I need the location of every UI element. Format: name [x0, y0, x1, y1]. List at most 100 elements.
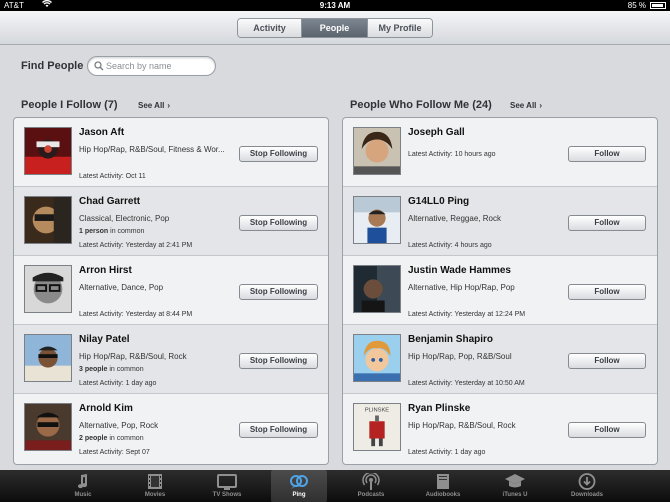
person-name: Justin Wade Hammes: [408, 265, 511, 276]
list-item[interactable]: Justin Wade Hammes Alternative, Hip Hop/…: [343, 256, 657, 325]
tab-music[interactable]: Music: [55, 470, 111, 502]
tab-label: Downloads: [570, 492, 603, 498]
follow-button[interactable]: Follow: [568, 215, 646, 231]
battery-icon: [650, 2, 666, 9]
person-name: Nilay Patel: [79, 334, 130, 345]
chevron-right-icon: ›: [167, 101, 171, 110]
tab-bar: Music Movies TV Shows Ping Podcasts Audi…: [0, 470, 670, 502]
person-genres: Alternative, Pop, Rock: [79, 421, 159, 430]
list-item[interactable]: Arnold Kim Alternative, Pop, Rock 2 peop…: [14, 394, 328, 463]
people-who-follow-me-list: Joseph Gall Latest Activity: 10 hours ag…: [342, 117, 658, 465]
person-genres: Hip Hop/Rap, R&B/Soul, Rock: [408, 421, 516, 430]
tab-tv-shows[interactable]: TV Shows: [199, 470, 255, 502]
tab-label: Movies: [144, 492, 166, 498]
list-item[interactable]: G14LL0 Ping Alternative, Reggae, Rock La…: [343, 187, 657, 256]
stop-following-button[interactable]: Stop Following: [239, 146, 318, 162]
list-item[interactable]: Jason Aft Hip Hop/Rap, R&B/Soul, Fitness…: [14, 118, 328, 187]
avatar: [353, 196, 401, 244]
person-name: Arnold Kim: [79, 403, 133, 414]
latest-activity: Latest Activity: Yesterday at 8:44 PM: [79, 311, 193, 318]
avatar: [24, 265, 72, 313]
find-people-label: Find People: [21, 60, 84, 72]
download-icon: [578, 473, 596, 490]
tab-ping[interactable]: Ping: [271, 470, 327, 502]
avatar: [24, 127, 72, 175]
status-bar: AT&T 9:13 AM 85 %: [0, 0, 670, 11]
top-navigation-bar: Activity People My Profile: [0, 11, 670, 45]
follow-button[interactable]: Follow: [568, 284, 646, 300]
battery-percent: 85 %: [627, 1, 646, 10]
avatar: [353, 127, 401, 175]
person-name: G14LL0 Ping: [408, 196, 470, 207]
common-suffix: in common: [109, 366, 144, 373]
person-genres: Classical, Electronic, Pop: [79, 214, 170, 223]
avatar: [24, 403, 72, 451]
person-name: Jason Aft: [79, 127, 125, 138]
stop-following-button[interactable]: Stop Following: [239, 353, 318, 369]
people-in-common: 2 people in common: [79, 435, 144, 442]
person-genres: Alternative, Hip Hop/Rap, Pop: [408, 283, 515, 292]
tab-audiobooks[interactable]: Audiobooks: [415, 470, 471, 502]
tab-itunes-u[interactable]: iTunes U: [487, 470, 543, 502]
tab-label: Podcasts: [357, 492, 385, 498]
follow-button[interactable]: Follow: [568, 353, 646, 369]
follow-button[interactable]: Follow: [568, 422, 646, 438]
music-note-icon: [78, 474, 88, 489]
avatar: PLINSKE: [353, 403, 401, 451]
film-icon: [148, 474, 162, 489]
avatar: [24, 196, 72, 244]
common-suffix: in common: [110, 228, 145, 235]
chevron-right-icon: ›: [539, 101, 543, 110]
avatar: [353, 334, 401, 382]
search-box[interactable]: [87, 56, 216, 76]
tab-movies[interactable]: Movies: [127, 470, 183, 502]
common-count: 2 people: [79, 435, 108, 442]
common-count: 3 people: [79, 366, 108, 373]
stop-following-button[interactable]: Stop Following: [239, 422, 318, 438]
list-item[interactable]: Chad Garrett Classical, Electronic, Pop …: [14, 187, 328, 256]
see-all-following-link[interactable]: See All ›: [138, 101, 170, 110]
person-genres: Hip Hop/Rap, R&B/Soul, Rock: [79, 352, 187, 361]
segment-my-profile[interactable]: My Profile: [368, 19, 432, 37]
avatar-text: PLINSKE: [365, 408, 389, 414]
tab-label: Ping: [292, 492, 306, 498]
latest-activity: Latest Activity: Yesterday at 12:24 PM: [408, 311, 526, 318]
list-item[interactable]: Nilay Patel Hip Hop/Rap, R&B/Soul, Rock …: [14, 325, 328, 394]
list-item[interactable]: PLINSKE Ryan Plinske Hip Hop/Rap, R&B/So…: [343, 394, 657, 463]
people-i-follow-title: People I Follow (7): [21, 99, 118, 111]
segment-people[interactable]: People: [302, 19, 368, 37]
graduation-cap-icon: [505, 474, 525, 488]
ping-icon: [290, 475, 308, 489]
person-name: Ryan Plinske: [408, 403, 471, 414]
see-all-label: See All: [138, 101, 165, 110]
person-name: Arron Hirst: [79, 265, 132, 276]
tab-label: Music: [74, 492, 92, 498]
tab-downloads[interactable]: Downloads: [559, 470, 615, 502]
follow-button[interactable]: Follow: [568, 146, 646, 162]
segment-activity[interactable]: Activity: [238, 19, 302, 37]
tab-label: Audiobooks: [425, 492, 461, 498]
people-in-common: 1 person in common: [79, 228, 144, 235]
person-name: Benjamin Shapiro: [408, 334, 494, 345]
stop-following-button[interactable]: Stop Following: [239, 284, 318, 300]
person-genres: Alternative, Dance, Pop: [79, 283, 164, 292]
common-count: 1 person: [79, 228, 109, 235]
search-icon: [94, 61, 104, 71]
list-item[interactable]: Joseph Gall Latest Activity: 10 hours ag…: [343, 118, 657, 187]
tab-podcasts[interactable]: Podcasts: [343, 470, 399, 502]
person-genres: Hip Hop/Rap, Pop, R&B/Soul: [408, 352, 512, 361]
list-item[interactable]: Arron Hirst Alternative, Dance, Pop Late…: [14, 256, 328, 325]
people-who-follow-me-title: People Who Follow Me (24): [350, 99, 492, 111]
podcast-icon: [362, 473, 380, 490]
see-all-followers-link[interactable]: See All ›: [510, 101, 542, 110]
latest-activity: Latest Activity: Yesterday at 2:41 PM: [79, 242, 193, 249]
people-in-common: 3 people in common: [79, 366, 144, 373]
avatar: [24, 334, 72, 382]
people-i-follow-list: Jason Aft Hip Hop/Rap, R&B/Soul, Fitness…: [13, 117, 329, 465]
person-genres: Hip Hop/Rap, R&B/Soul, Fitness & Wor...: [79, 145, 225, 154]
person-genres: Alternative, Reggae, Rock: [408, 214, 501, 223]
list-item[interactable]: Benjamin Shapiro Hip Hop/Rap, Pop, R&B/S…: [343, 325, 657, 394]
stop-following-button[interactable]: Stop Following: [239, 215, 318, 231]
tab-label: TV Shows: [212, 492, 242, 498]
search-input[interactable]: [106, 59, 210, 73]
